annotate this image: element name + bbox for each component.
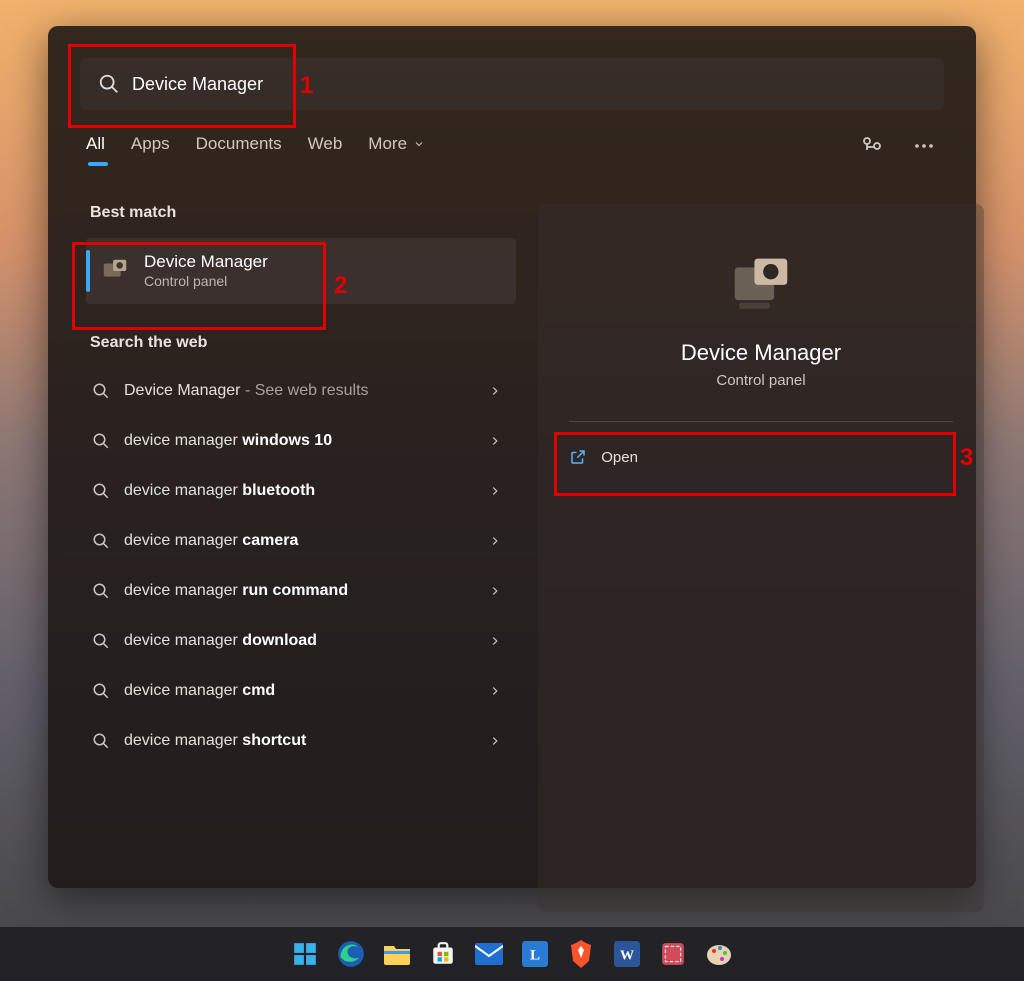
svg-text:L: L [530,946,540,963]
start-icon[interactable] [288,937,322,971]
web-result-item[interactable]: device manager windows 10 [86,416,516,466]
taskbar: L W [0,927,1024,981]
microsoft-store-icon[interactable] [426,937,460,971]
search-icon [92,732,110,750]
brave-icon[interactable] [564,937,598,971]
search-icon [92,682,110,700]
web-result-text: device manager download [124,632,488,650]
preview-pane: Device Manager Control panel Open [538,204,984,912]
selection-indicator [86,250,90,292]
web-result-item[interactable]: device manager shortcut [86,716,516,766]
mail-icon[interactable] [472,937,506,971]
web-result-text: device manager cmd [124,682,488,700]
more-options-icon[interactable] [912,134,936,158]
file-explorer-icon[interactable] [380,937,414,971]
best-match-text: Device Manager Control panel [144,252,268,289]
desktop-background: All Apps Documents Web More Best match [0,0,1024,981]
tab-more[interactable]: More [368,134,425,154]
chevron-right-icon [488,384,502,398]
svg-text:W: W [620,947,634,963]
tab-documents[interactable]: Documents [196,134,282,154]
web-results-list: Device Manager - See web results device m… [86,366,516,766]
search-icon [92,382,110,400]
search-icon [92,532,110,550]
start-search-panel: All Apps Documents Web More Best match [48,26,976,888]
chevron-right-icon [488,434,502,448]
web-result-text: device manager camera [124,532,488,550]
l-app-icon[interactable]: L [518,937,552,971]
open-action[interactable]: Open [561,436,961,478]
search-icon [92,582,110,600]
tab-label: All [86,134,105,154]
chevron-right-icon [488,734,502,748]
search-bar[interactable] [80,58,944,110]
chevron-down-icon [413,138,425,150]
chevron-right-icon [488,534,502,548]
web-result-item[interactable]: device manager cmd [86,666,516,716]
web-result-text: device manager bluetooth [124,482,488,500]
chevron-right-icon [488,484,502,498]
paint-icon[interactable] [702,937,736,971]
web-result-item[interactable]: Device Manager - See web results [86,366,516,416]
best-match-result[interactable]: Device Manager Control panel [86,238,516,304]
search-icon [92,482,110,500]
filter-tabs: All Apps Documents Web More [86,134,425,154]
web-result-text: Device Manager - See web results [124,382,488,400]
chevron-right-icon [488,584,502,598]
search-web-heading: Search the web [90,334,516,352]
device-manager-large-icon [726,252,796,322]
preview-title: Device Manager [681,340,841,366]
snip-icon[interactable] [656,937,690,971]
preview-subtitle: Control panel [716,372,805,389]
search-icon [92,432,110,450]
tab-label: Web [308,134,343,154]
best-match-subtitle: Control panel [144,273,268,290]
results-left-column: Best match Device Manager Control panel … [86,204,516,766]
tab-label: More [368,134,407,154]
search-icon [98,73,120,95]
word-icon[interactable]: W [610,937,644,971]
best-match-title: Device Manager [144,252,268,272]
device-manager-icon [100,256,130,286]
search-icon [92,632,110,650]
header-action-icons [860,134,936,158]
web-result-item[interactable]: device manager run command [86,566,516,616]
chevron-right-icon [488,634,502,648]
web-result-text: device manager windows 10 [124,432,488,450]
tab-web[interactable]: Web [308,134,343,154]
open-external-icon [569,448,587,466]
web-result-text: device manager shortcut [124,732,488,750]
account-org-icon[interactable] [860,134,884,158]
search-input[interactable] [120,74,944,95]
edge-icon[interactable] [334,937,368,971]
web-result-text: device manager run command [124,582,488,600]
open-label: Open [601,449,638,466]
tab-apps[interactable]: Apps [131,134,170,154]
preview-divider [569,421,953,422]
web-result-item[interactable]: device manager camera [86,516,516,566]
chevron-right-icon [488,684,502,698]
tab-label: Documents [196,134,282,154]
tab-all[interactable]: All [86,134,105,154]
tab-label: Apps [131,134,170,154]
web-result-item[interactable]: device manager download [86,616,516,666]
best-match-heading: Best match [90,204,516,222]
web-result-item[interactable]: device manager bluetooth [86,466,516,516]
